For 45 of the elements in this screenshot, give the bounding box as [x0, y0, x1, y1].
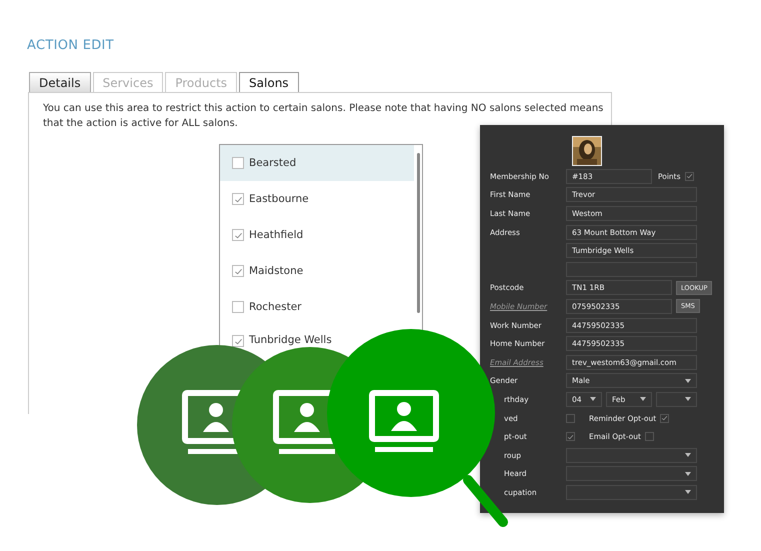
- caret-icon: [685, 490, 691, 494]
- checkbox[interactable]: [232, 157, 244, 169]
- salon-item[interactable]: Eastbourne: [220, 181, 414, 217]
- checkbox[interactable]: [232, 229, 244, 241]
- salon-name: Rochester: [249, 301, 302, 313]
- dropdown[interactable]: [656, 392, 697, 407]
- caret-icon: [590, 397, 596, 402]
- check-icon: [234, 194, 242, 204]
- checkbox[interactable]: [566, 414, 575, 423]
- salon-item[interactable]: Tunbridge Wells: [220, 325, 336, 348]
- checkbox[interactable]: [232, 265, 244, 277]
- dropdown[interactable]: [566, 484, 697, 500]
- check-icon: [661, 414, 668, 422]
- caret-icon: [685, 453, 691, 458]
- checkbox[interactable]: [660, 414, 670, 423]
- salon-name: Eastbourne: [249, 193, 309, 205]
- salon-item[interactable]: Bearsted: [220, 145, 414, 181]
- caret-icon: [685, 397, 691, 402]
- salon-name: Tunbridge Wells: [249, 334, 332, 346]
- salon-item[interactable]: Rochester: [220, 289, 414, 325]
- dropdown[interactable]: [566, 466, 697, 482]
- check-icon: [234, 336, 242, 346]
- caret-icon: [640, 397, 646, 402]
- check-icon: [234, 230, 242, 240]
- salon-item[interactable]: Maidstone: [220, 253, 414, 289]
- checkbox[interactable]: [566, 432, 575, 442]
- tab[interactable]: Details: [29, 72, 91, 92]
- checkbox[interactable]: [232, 193, 244, 205]
- checkbox[interactable]: [684, 172, 694, 181]
- check-icon: [686, 172, 693, 180]
- checkbox[interactable]: [232, 301, 244, 313]
- checkbox[interactable]: [644, 432, 654, 442]
- caret-icon: [685, 378, 691, 383]
- dropdown[interactable]: [566, 448, 697, 463]
- check-icon: [234, 266, 242, 276]
- caret-icon: [685, 472, 691, 476]
- salon-name: Bearsted: [249, 157, 296, 169]
- description-text: You can use this area to restrict this action to certain salons. Please note that having NO salons selected means that the action is active for ALL salons.: [43, 102, 604, 131]
- checkbox[interactable]: [232, 335, 244, 347]
- page-title: ACTION EDIT: [26, 37, 115, 53]
- salon-name: Heathfield: [249, 229, 304, 241]
- check-icon: [567, 432, 574, 441]
- salon-item[interactable]: Heathfield: [220, 217, 414, 253]
- salon-name: Maidstone: [249, 265, 304, 277]
- tab[interactable]: Salons: [239, 72, 299, 92]
